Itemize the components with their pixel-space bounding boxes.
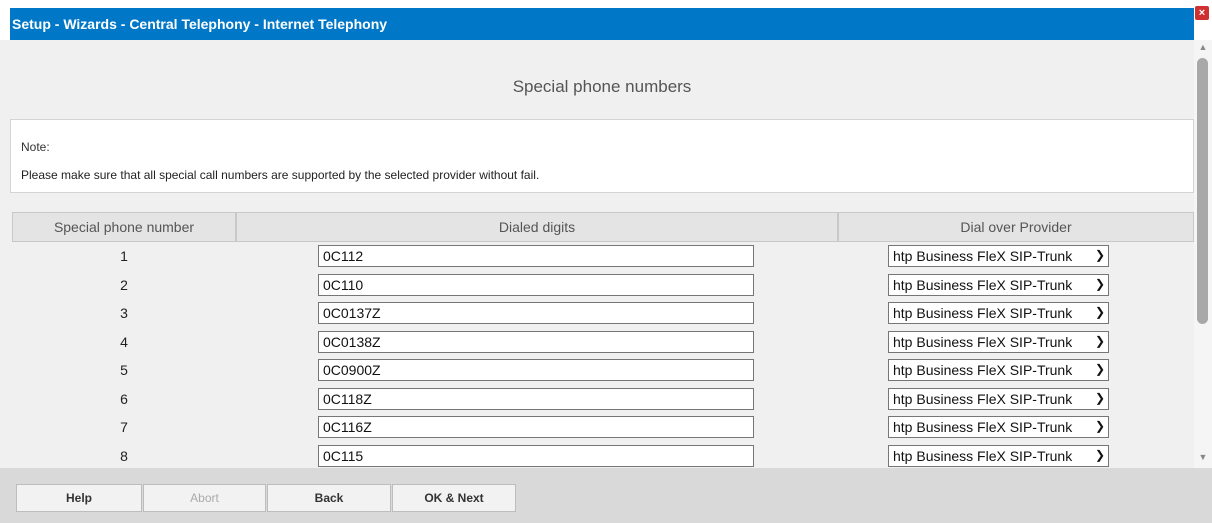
dialed-digits-input[interactable]: 0C116Z [318, 416, 754, 439]
provider-select-value: htp Business FleX SIP-Trunk [893, 362, 1073, 379]
header-dial-over-provider[interactable]: Dial over Provider [838, 212, 1194, 242]
provider-select[interactable]: htp Business FleX SIP-Trunk ❯ [888, 387, 1109, 410]
help-button[interactable]: Help [16, 484, 142, 512]
dialed-digits-input[interactable]: 0C118Z [318, 387, 754, 410]
dialed-digits-input[interactable]: 0C115 [318, 444, 754, 467]
footer-bar: Help Abort Back OK & Next [0, 468, 1212, 523]
table-row: 3 0C0137Z htp Business FleX SIP-Trunk ❯ [12, 299, 1194, 328]
table-body: 1 0C112 htp Business FleX SIP-Trunk ❯ 2 0… [12, 242, 1194, 468]
scroll-down-icon[interactable]: ▼ [1194, 452, 1212, 464]
note-text: Please make sure that all special call n… [21, 168, 540, 182]
row-number: 3 [120, 305, 128, 322]
dialed-digits-input[interactable]: 0C0138Z [318, 330, 754, 353]
row-number: 6 [120, 390, 128, 407]
provider-select-value: htp Business FleX SIP-Trunk [893, 248, 1073, 265]
chevron-down-icon: ❯ [1094, 333, 1105, 348]
chevron-down-icon: ❯ [1094, 390, 1105, 405]
scroll-up-icon[interactable]: ▲ [1194, 42, 1212, 54]
abort-button[interactable]: Abort [143, 484, 266, 512]
provider-select[interactable]: htp Business FleX SIP-Trunk ❯ [888, 359, 1109, 382]
chevron-down-icon: ❯ [1094, 419, 1105, 434]
provider-select-value: htp Business FleX SIP-Trunk [893, 447, 1073, 464]
table-row: 6 0C118Z htp Business FleX SIP-Trunk ❯ [12, 385, 1194, 414]
table-row: 2 0C110 htp Business FleX SIP-Trunk ❯ [12, 271, 1194, 300]
window-title: Setup - Wizards - Central Telephony - In… [10, 8, 1194, 40]
ok-next-button[interactable]: OK & Next [392, 484, 516, 512]
header-special-phone-number[interactable]: Special phone number [12, 212, 236, 242]
provider-select[interactable]: htp Business FleX SIP-Trunk ❯ [888, 330, 1109, 353]
provider-select-value: htp Business FleX SIP-Trunk [893, 333, 1073, 350]
chevron-down-icon: ❯ [1094, 447, 1105, 462]
dialed-digits-input[interactable]: 0C110 [318, 273, 754, 296]
provider-select[interactable]: htp Business FleX SIP-Trunk ❯ [888, 273, 1109, 296]
table-row: 7 0C116Z htp Business FleX SIP-Trunk ❯ [12, 413, 1194, 442]
note-box: Note: Please make sure that all special … [10, 119, 1194, 193]
dialed-digits-input[interactable]: 0C0900Z [318, 359, 754, 382]
row-number: 2 [120, 276, 128, 293]
wizard-window: Setup - Wizards - Central Telephony - In… [0, 0, 1212, 523]
header-dialed-digits[interactable]: Dialed digits [236, 212, 838, 242]
row-number: 5 [120, 362, 128, 379]
scrollbar-thumb[interactable] [1197, 58, 1208, 324]
content-area: Special phone numbers Note: Please make … [10, 40, 1194, 468]
back-button[interactable]: Back [267, 484, 391, 512]
provider-select-value: htp Business FleX SIP-Trunk [893, 305, 1073, 322]
vertical-scrollbar[interactable]: ▲ ▼ [1194, 40, 1212, 468]
note-label: Note: [21, 140, 50, 154]
chevron-down-icon: ❯ [1094, 248, 1105, 263]
close-icon[interactable]: × [1195, 6, 1209, 20]
provider-select-value: htp Business FleX SIP-Trunk [893, 276, 1073, 293]
provider-select[interactable]: htp Business FleX SIP-Trunk ❯ [888, 416, 1109, 439]
page-title: Special phone numbers [512, 77, 692, 96]
row-number: 7 [120, 419, 128, 436]
chevron-down-icon: ❯ [1094, 276, 1105, 291]
dialed-digits-input[interactable]: 0C112 [318, 245, 754, 268]
provider-select[interactable]: htp Business FleX SIP-Trunk ❯ [888, 245, 1109, 268]
provider-select-value: htp Business FleX SIP-Trunk [893, 390, 1073, 407]
table-header: Special phone number Dialed digits Dial … [12, 212, 1194, 242]
table-row: 1 0C112 htp Business FleX SIP-Trunk ❯ [12, 242, 1194, 271]
row-number: 1 [120, 248, 128, 265]
chevron-down-icon: ❯ [1094, 305, 1105, 320]
table-row: 4 0C0138Z htp Business FleX SIP-Trunk ❯ [12, 328, 1194, 357]
table-row: 8 0C115 htp Business FleX SIP-Trunk ❯ [12, 442, 1194, 469]
title-bar: Setup - Wizards - Central Telephony - In… [0, 0, 1212, 40]
provider-select[interactable]: htp Business FleX SIP-Trunk ❯ [888, 444, 1109, 467]
chevron-down-icon: ❯ [1094, 362, 1105, 377]
table-row: 5 0C0900Z htp Business FleX SIP-Trunk ❯ [12, 356, 1194, 385]
provider-select[interactable]: htp Business FleX SIP-Trunk ❯ [888, 302, 1109, 325]
row-number: 8 [120, 447, 128, 464]
dialed-digits-input[interactable]: 0C0137Z [318, 302, 754, 325]
provider-select-value: htp Business FleX SIP-Trunk [893, 419, 1073, 436]
row-number: 4 [120, 333, 128, 350]
